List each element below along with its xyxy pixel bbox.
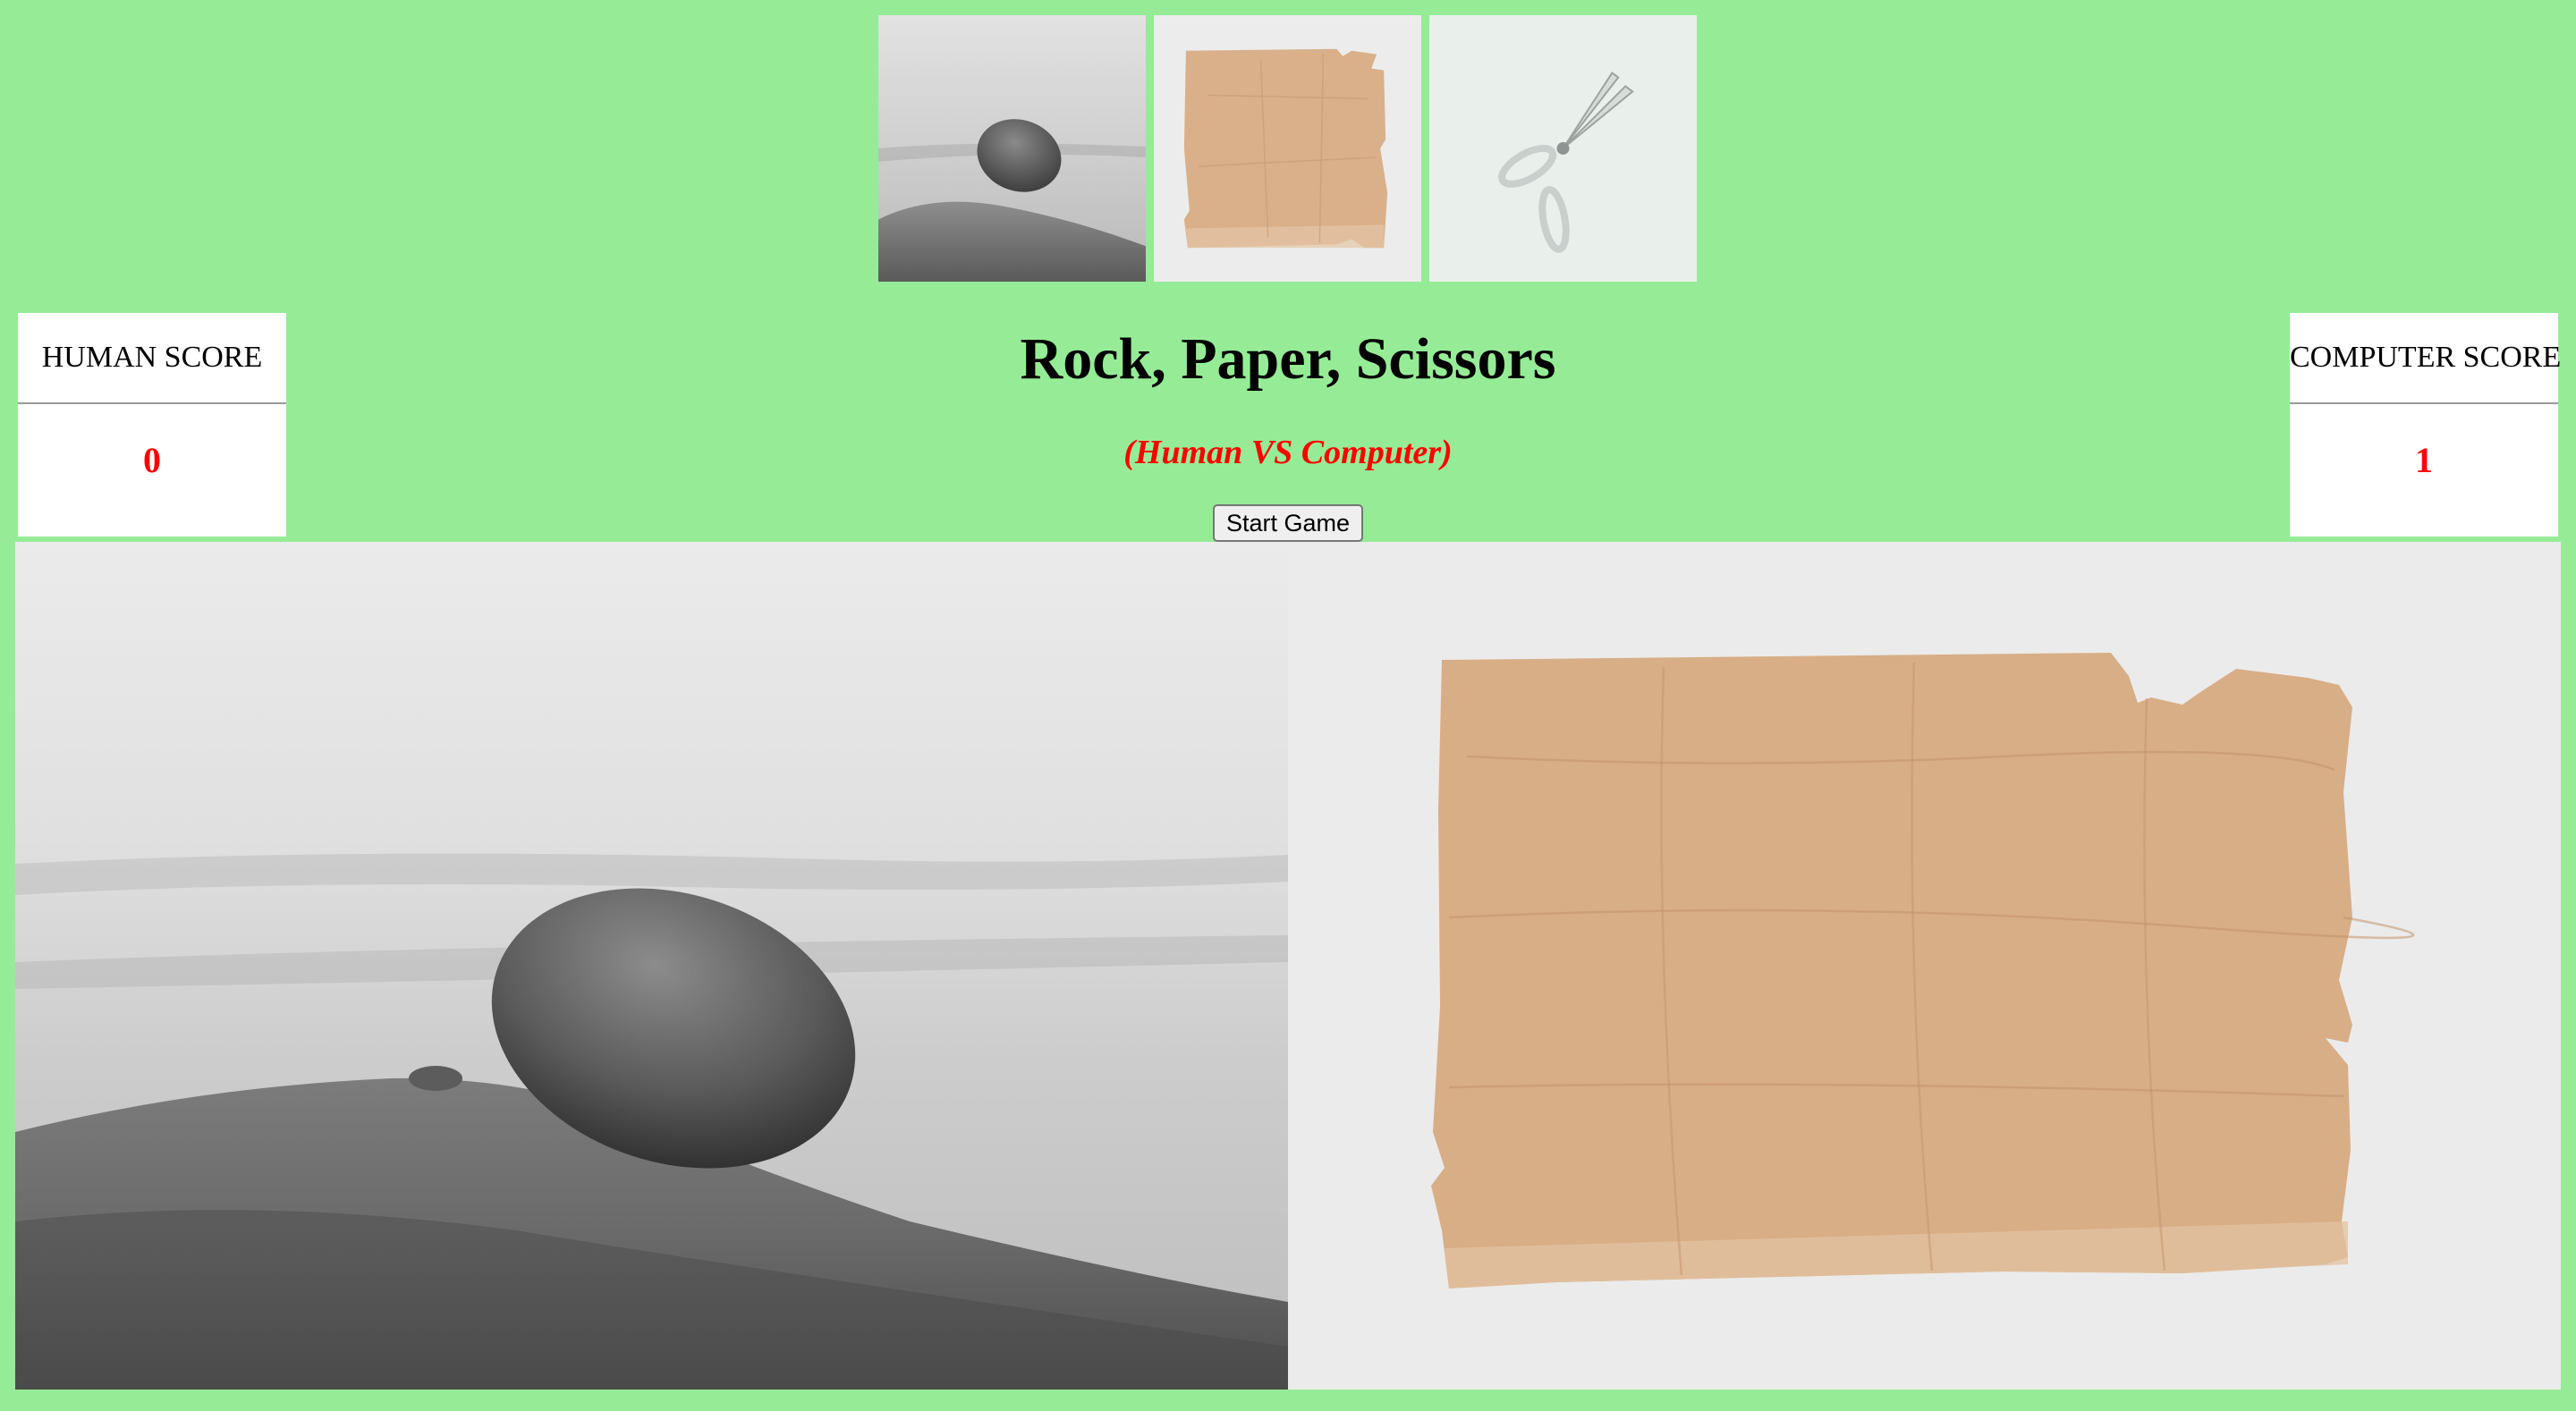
page-title: Rock, Paper, Scissors [1020, 326, 1556, 392]
paper-image [1288, 542, 2561, 1390]
scissors-image [1429, 15, 1697, 282]
choice-rock-button[interactable] [878, 15, 1146, 282]
rock-image [15, 542, 1288, 1390]
human-choice-display [15, 542, 1288, 1390]
page-subtitle: (Human VS Computer) [1123, 434, 1453, 471]
choice-paper-button[interactable] [1154, 15, 1421, 282]
computer-choice-display [1288, 542, 2561, 1390]
paper-image [1154, 15, 1421, 282]
choice-scissors-button[interactable] [1429, 15, 1697, 282]
start-game-button[interactable]: Start Game [1213, 504, 1363, 542]
rock-image [878, 15, 1146, 282]
